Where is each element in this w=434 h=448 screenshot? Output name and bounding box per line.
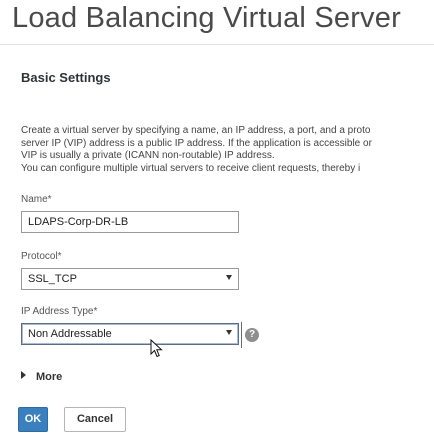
description-line: VIP is usually a private (ICANN non-rout… (21, 150, 275, 161)
section-heading: Basic Settings (21, 70, 111, 85)
description-line: You can configure multiple virtual serve… (21, 162, 361, 174)
dropdown-caret-icon (226, 330, 232, 335)
cancel-button[interactable]: Cancel (64, 407, 126, 432)
page-title: Load Balancing Virtual Server (12, 2, 401, 34)
name-field[interactable]: LDAPS-Corp-DR-LB (21, 211, 239, 233)
more-label: More (36, 371, 63, 383)
ip-address-type-select[interactable]: Non Addressable (21, 323, 239, 345)
protocol-select-value: SSL_TCP (28, 273, 77, 285)
ip-address-type-select-value: Non Addressable (28, 328, 112, 340)
name-field-value: LDAPS-Corp-DR-LB (28, 216, 129, 228)
name-label: Name* (21, 194, 52, 205)
ok-button[interactable]: OK (18, 407, 48, 432)
mouse-pointer-icon (150, 339, 163, 358)
description-text: Create a virtual server by specifying a … (21, 125, 434, 175)
title-divider (0, 44, 434, 45)
protocol-select[interactable]: SSL_TCP (21, 268, 239, 290)
help-icon[interactable]: ? (245, 328, 259, 342)
description-line: Create a virtual server by specifying a … (21, 125, 371, 136)
expand-triangle-icon (21, 371, 26, 379)
ip-address-type-label: IP Address Type* (21, 306, 98, 317)
field-divider (241, 322, 242, 348)
protocol-label: Protocol* (21, 251, 62, 262)
more-toggle[interactable]: More (21, 371, 62, 383)
description-line: server IP (VIP) address is a public IP a… (21, 137, 372, 149)
dropdown-caret-icon (226, 275, 232, 280)
